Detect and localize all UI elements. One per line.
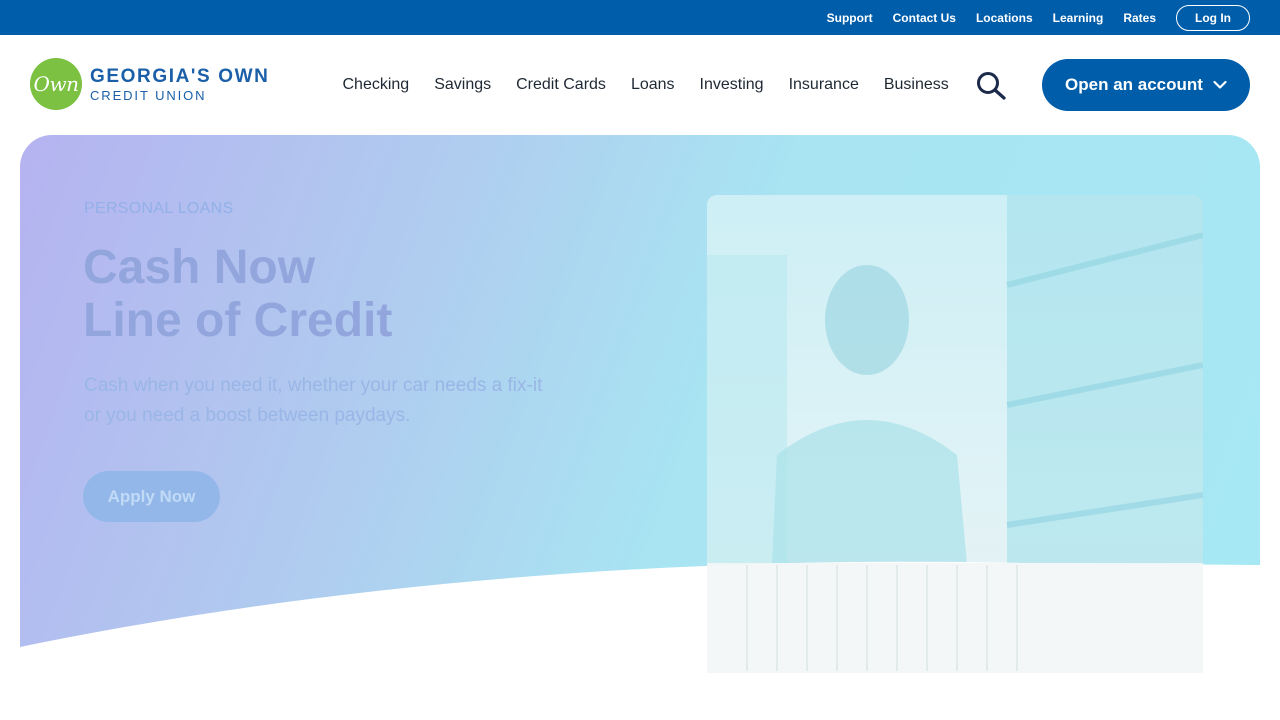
hero-description: Cash when you need it, whether your car … xyxy=(84,375,543,426)
utility-link-contact-us[interactable]: Contact Us xyxy=(893,11,956,25)
utility-link-locations[interactable]: Locations xyxy=(976,11,1033,25)
hero-banner: PERSONAL LOANS Cash Now Line of Credit C… xyxy=(20,135,1260,695)
utility-link-support[interactable]: Support xyxy=(827,11,873,25)
nav-item-savings[interactable]: Savings xyxy=(434,76,491,94)
nav-item-investing[interactable]: Investing xyxy=(700,76,764,94)
logo-mark: Own xyxy=(30,58,82,110)
hero-title-line2: Line of Credit xyxy=(83,294,393,347)
utility-link-learning[interactable]: Learning xyxy=(1053,11,1104,25)
apply-now-button[interactable]: Apply Now xyxy=(83,471,220,522)
main-header: Own GEORGIA'S OWN CREDIT UNION Checking … xyxy=(0,35,1280,135)
hero-title: Cash Now Line of Credit xyxy=(83,241,392,347)
utility-links: Support Contact Us Locations Learning Ra… xyxy=(807,4,1250,31)
nav-item-business[interactable]: Business xyxy=(884,76,949,94)
login-button[interactable]: Log In xyxy=(1176,4,1250,31)
logo-name-line2: CREDIT UNION xyxy=(90,87,207,103)
utility-link-rates[interactable]: Rates xyxy=(1123,11,1156,25)
search-icon xyxy=(977,72,1006,100)
nav-item-insurance[interactable]: Insurance xyxy=(789,76,859,94)
logo-name-line1: GEORGIA'S OWN xyxy=(90,65,270,87)
hero-eyebrow: PERSONAL LOANS xyxy=(84,200,234,217)
logo[interactable]: Own GEORGIA'S OWN CREDIT UNION xyxy=(30,58,269,110)
primary-nav: Checking Savings Credit Cards Loans Inve… xyxy=(330,35,961,135)
chevron-down-icon xyxy=(1213,80,1227,89)
nav-item-checking[interactable]: Checking xyxy=(343,76,410,94)
utility-bar: Support Contact Us Locations Learning Ra… xyxy=(0,0,1280,35)
nav-item-loans[interactable]: Loans xyxy=(631,76,675,94)
nav-item-credit-cards[interactable]: Credit Cards xyxy=(516,76,606,94)
search-button[interactable] xyxy=(975,71,1009,101)
open-account-button[interactable]: Open an account xyxy=(1042,59,1250,111)
hero-title-line1: Cash Now xyxy=(83,241,316,294)
logo-wordmark: GEORGIA'S OWN CREDIT UNION xyxy=(90,67,269,102)
open-account-label: Open an account xyxy=(1065,75,1203,94)
